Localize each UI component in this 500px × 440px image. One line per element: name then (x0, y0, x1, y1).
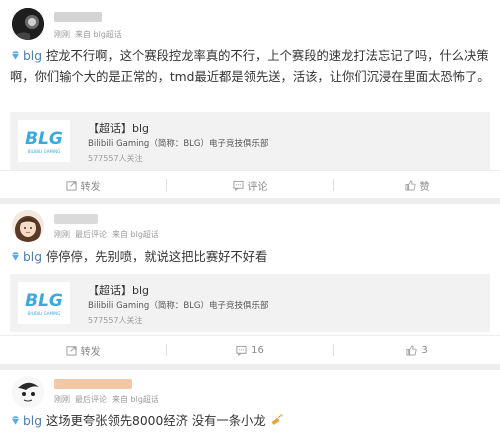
repost-button[interactable]: 转发 (0, 336, 166, 364)
repost-icon (65, 180, 77, 191)
thumbs-up-icon (406, 345, 417, 355)
post-meta: 刚刚 最后评论 来自 blg超话 (54, 229, 164, 240)
diamond-icon (11, 416, 20, 425)
topic-subtitle: Bilibili Gaming（简称：BLG）电子竞技俱乐部 (88, 139, 269, 149)
avatar-image (12, 8, 44, 40)
avatar[interactable] (12, 8, 44, 40)
repost-button[interactable]: 转发 (0, 171, 166, 199)
thumbs-up-icon (405, 180, 416, 190)
diamond-icon (11, 252, 20, 261)
avatar[interactable] (12, 376, 44, 408)
post-time: 刚刚 (54, 230, 70, 239)
topic-tag-label: blg (23, 414, 43, 428)
topic-tag[interactable]: blg (10, 414, 42, 428)
topic-followers: 577557人关注 (88, 316, 143, 325)
like-button[interactable]: 3 (334, 336, 500, 364)
blg-logo: BLG BILIBILI GAMING (18, 120, 70, 162)
avatar[interactable] (12, 210, 44, 242)
diamond-icon (11, 51, 20, 60)
post-text: 停停停，先别喷，就说这把比赛好不好看 (45, 250, 268, 264)
topic-tag[interactable]: blg (10, 250, 42, 264)
comment-count: 16 (251, 344, 264, 356)
weibo-feed: 刚刚 来自 blg超话 blg 控龙不行啊，这个赛段控龙率真的不行，上个赛段的速龙… (0, 0, 500, 440)
action-bar: 转发 16 3 (0, 335, 500, 364)
post-content: blg 这场更夸张领先8000经济 没有一条小龙 (10, 411, 490, 432)
repost-label: 转发 (80, 346, 101, 358)
topic-tag[interactable]: blg (10, 49, 42, 63)
post-content: blg 控龙不行啊，这个赛段控龙率真的不行，上个赛段的速龙打法忘记了吗，什么决策… (10, 46, 490, 88)
comment-icon (232, 180, 244, 191)
blg-logo-image: BLG BILIBILI GAMING (25, 291, 63, 316)
post-card: 刚刚 最后评论 来自 blg超话 blg 停停停，先别喷，就说这把比赛好不好看 BL… (0, 204, 500, 364)
topic-title: 【超话】blg (88, 284, 150, 297)
last-comment-label: 最后评论 (75, 395, 107, 404)
post-text: 控龙不行啊，这个赛段控龙率真的不行，上个赛段的速龙打法忘记了吗，什么决策啊，你们… (10, 49, 490, 84)
svg-text:BILIBILI GAMING: BILIBILI GAMING (28, 149, 61, 154)
topic-tag-label: blg (23, 250, 43, 264)
svg-text:BLG: BLG (25, 129, 63, 149)
repost-icon (65, 345, 77, 356)
post-source[interactable]: 来自 blg超话 (112, 230, 159, 239)
post-text: 这场更夸张领先8000经济 没有一条小龙 (45, 414, 266, 428)
avatar-image (12, 376, 44, 408)
repost-label: 转发 (80, 181, 101, 193)
post-source[interactable]: 来自 blg超话 (75, 30, 122, 39)
blg-logo-image: BLG BILIBILI GAMING (25, 129, 63, 154)
like-button[interactable]: 赞 (334, 171, 500, 199)
svg-text:BLG: BLG (25, 291, 63, 311)
svg-text:BILIBILI GAMING: BILIBILI GAMING (28, 311, 61, 316)
topic-followers: 577557人关注 (88, 154, 143, 163)
post-meta: 刚刚 最后评论 来自 blg超话 (54, 394, 164, 405)
action-bar: 转发 评论 赞 (0, 170, 500, 199)
topic-tag-label: blg (23, 49, 43, 63)
topic-subtitle: Bilibili Gaming（简称：BLG）电子竞技俱乐部 (88, 301, 269, 311)
post-card: 刚刚 最后评论 来自 blg超话 blg 这场更夸张领先8000经济 没有一条小龙 (0, 370, 500, 440)
comment-button[interactable]: 16 (167, 336, 333, 364)
username-blurred[interactable] (54, 379, 132, 389)
topic-card[interactable]: BLG BILIBILI GAMING 【超话】blg Bilibili Gam… (10, 274, 490, 332)
post-time: 刚刚 (54, 30, 70, 39)
post-time: 刚刚 (54, 395, 70, 404)
post-content: blg 停停停，先别喷，就说这把比赛好不好看 (10, 247, 490, 268)
like-label: 赞 (419, 181, 430, 193)
comment-icon (236, 345, 247, 356)
post-card: 刚刚 来自 blg超话 blg 控龙不行啊，这个赛段控龙率真的不行，上个赛段的速龙… (0, 0, 500, 198)
post-meta: 刚刚 来自 blg超话 (54, 29, 127, 40)
topic-card[interactable]: BLG BILIBILI GAMING 【超话】blg Bilibili Gam… (10, 112, 490, 170)
comment-button[interactable]: 评论 (167, 171, 333, 199)
like-count: 3 (421, 344, 428, 356)
topic-title: 【超话】blg (88, 122, 150, 135)
blg-logo: BLG BILIBILI GAMING (18, 282, 70, 324)
last-comment-label: 最后评论 (75, 230, 107, 239)
comment-label: 评论 (247, 181, 268, 193)
username-blurred[interactable] (54, 214, 98, 224)
username-blurred[interactable] (54, 12, 102, 22)
post-source[interactable]: 来自 blg超话 (112, 395, 159, 404)
avatar-image (12, 210, 44, 242)
firecracker-emoji-icon (271, 414, 283, 425)
